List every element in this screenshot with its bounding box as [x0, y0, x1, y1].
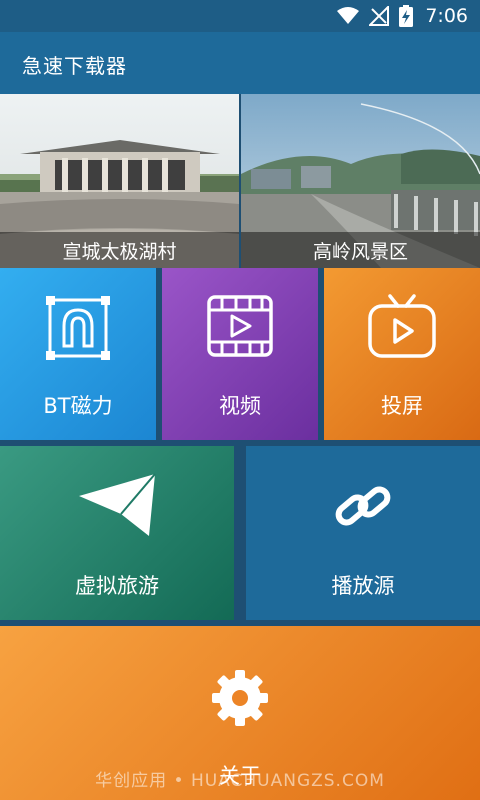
no-signal-icon	[369, 6, 390, 26]
app-bar: 急速下载器	[0, 32, 480, 94]
video-tile[interactable]: 视频	[162, 268, 318, 440]
clock: 7:06	[425, 5, 468, 27]
film-icon	[207, 295, 273, 357]
app-title: 急速下载器	[22, 54, 127, 78]
banner-taiji-lake-village[interactable]: 宣城太极湖村	[0, 94, 239, 268]
magnet-icon	[46, 296, 110, 360]
watermark: 华创应用 • HUACHUANGZS.COM	[95, 771, 385, 791]
cast-label: 投屏	[381, 394, 423, 418]
banner-gaoling-scenic-area[interactable]: 高岭风景区	[241, 94, 480, 268]
play-source-label: 播放源	[331, 574, 395, 598]
virtual-tour-label: 虚拟旅游	[75, 574, 159, 598]
cast-tile[interactable]: 投屏	[324, 268, 480, 440]
status-bar: 7:06	[0, 0, 480, 32]
virtual-tour-tile[interactable]: 虚拟旅游	[0, 446, 234, 620]
status-icons: 7:06	[337, 0, 468, 32]
bt-magnet-label: BT磁力	[43, 394, 113, 418]
link-icon	[335, 486, 391, 526]
paper-plane-icon	[79, 473, 156, 536]
video-label: 视频	[219, 394, 261, 418]
banner-caption: 宣城太极湖村	[0, 232, 239, 268]
tv-icon	[368, 294, 436, 358]
play-source-tile[interactable]: 播放源	[246, 446, 480, 620]
gear-icon	[212, 670, 268, 726]
banner-caption: 高岭风景区	[241, 232, 480, 268]
wifi-icon	[337, 7, 360, 24]
bt-magnet-tile[interactable]: BT磁力	[0, 268, 156, 440]
battery-charging-icon	[399, 5, 414, 27]
